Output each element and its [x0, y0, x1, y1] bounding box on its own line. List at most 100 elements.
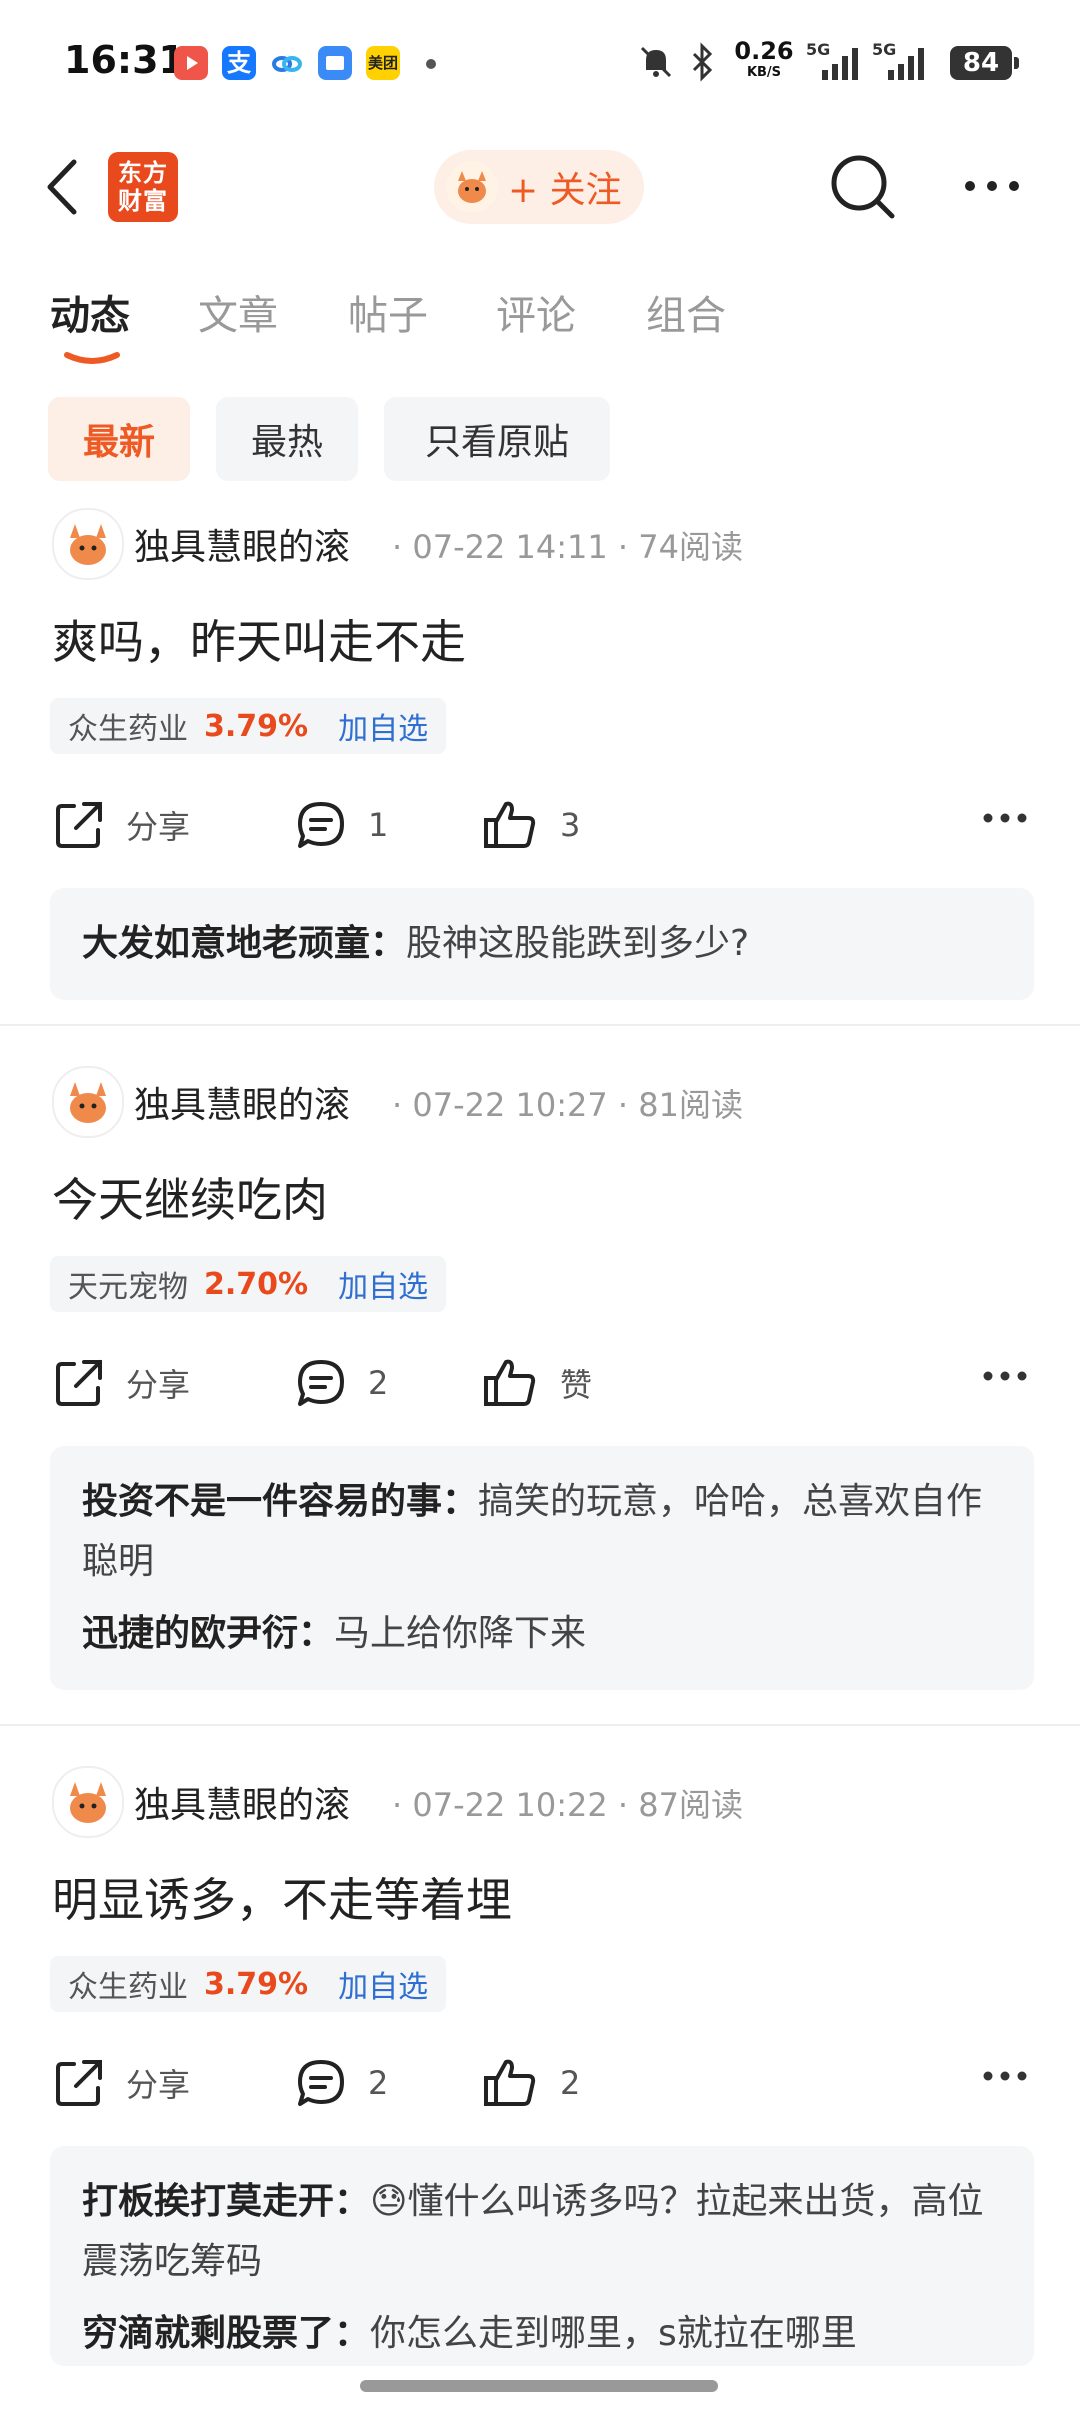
add-watchlist-button[interactable]: 加自选	[338, 704, 428, 748]
signal-icon-2	[886, 44, 928, 86]
video-app-icon	[174, 46, 208, 80]
comment-item: 大发如意地老顽童：股神这股能跌到多少?	[82, 914, 1002, 974]
filter-hot[interactable]: 最热	[216, 397, 358, 481]
comment-preview[interactable]: 大发如意地老顽童：股神这股能跌到多少?	[50, 888, 1034, 1000]
post-actions: 分享 1 3	[52, 790, 1028, 860]
like-count: 3	[560, 806, 581, 844]
post-more-icon[interactable]	[982, 2068, 1028, 2087]
commenter-name[interactable]: 迅捷的欧尹衍：	[82, 1613, 334, 1654]
comment-icon	[298, 2060, 344, 2106]
comment-count: 2	[368, 1364, 389, 1402]
commenter-name[interactable]: 打板挨打莫走开：	[82, 2181, 370, 2222]
comment-text: 马上给你降下来	[334, 1613, 587, 1654]
like-button[interactable]: 赞	[482, 1348, 592, 1418]
follow-button[interactable]: + 关注	[434, 150, 644, 224]
net-speed-value: 0.26	[734, 37, 794, 65]
post-content[interactable]: 明显诱多，不走等着埋	[52, 1864, 512, 1930]
username[interactable]: 独具慧眼的滚	[134, 1076, 350, 1128]
back-icon[interactable]	[44, 156, 80, 222]
comment-text: 股神这股能跌到多少?	[406, 923, 750, 964]
stock-name: 天元宠物	[68, 1270, 188, 1305]
share-button[interactable]: 分享	[52, 2048, 190, 2118]
commenter-name[interactable]: 大发如意地老顽童：	[82, 923, 406, 964]
post-content[interactable]: 今天继续吃肉	[52, 1164, 328, 1230]
logo-text: 东方财富	[118, 159, 168, 215]
stock-change: 2.70%	[204, 1266, 309, 1302]
stock-name: 众生药业	[68, 1970, 188, 2005]
cloud-app-icon	[270, 46, 304, 80]
username[interactable]: 独具慧眼的滚	[134, 1776, 350, 1828]
comment-preview[interactable]: 投资不是一件容易的事：搞笑的玩意，哈哈，总喜欢自作聪明 迅捷的欧尹衍：马上给你降…	[50, 1446, 1034, 1690]
post-actions: 分享 2 赞	[52, 1348, 1028, 1418]
avatar[interactable]	[52, 1066, 124, 1138]
user-avatar-small	[446, 161, 498, 213]
commenter-name[interactable]: 投资不是一件容易的事：	[82, 1481, 478, 1522]
post-more-icon[interactable]	[982, 1368, 1028, 1387]
tab-posts[interactable]: 帖子	[348, 283, 428, 341]
stock-change: 3.79%	[204, 1966, 309, 2002]
thumbs-up-icon	[484, 1359, 536, 1406]
home-indicator[interactable]	[360, 2380, 718, 2392]
post-actions: 分享 2 2	[52, 2048, 1028, 2118]
stock-change: 3.79%	[204, 708, 309, 744]
comment-count: 2	[368, 2064, 389, 2102]
divider	[0, 1724, 1080, 1726]
share-button[interactable]: 分享	[52, 790, 190, 860]
avatar[interactable]	[52, 1766, 124, 1838]
share-button[interactable]: 分享	[52, 1348, 190, 1418]
app-logo: 东方财富	[108, 152, 178, 222]
battery-indicator: 84	[950, 46, 1019, 80]
thumbs-up-icon	[484, 801, 536, 848]
share-label: 分享	[126, 808, 191, 846]
filter-latest[interactable]: 最新	[48, 397, 190, 481]
bluetooth-icon	[688, 42, 716, 86]
tab-dynamic[interactable]: 动态	[50, 283, 130, 341]
like-button[interactable]: 3	[482, 790, 580, 860]
tab-articles[interactable]: 文章	[198, 283, 278, 341]
commenter-name[interactable]: 穷滴就剩股票了：	[82, 2313, 370, 2354]
add-watchlist-button[interactable]: 加自选	[338, 1962, 428, 2006]
comment-item: 投资不是一件容易的事：搞笑的玩意，哈哈，总喜欢自作聪明	[82, 1472, 1002, 1592]
username[interactable]: 独具慧眼的滚	[134, 518, 350, 570]
add-watchlist-button[interactable]: 加自选	[338, 1262, 428, 1306]
share-label: 分享	[126, 1366, 191, 1404]
comment-button[interactable]: 1	[294, 790, 388, 860]
more-notifications-dot	[426, 59, 436, 69]
like-button[interactable]: 2	[482, 2048, 580, 2118]
stock-tag[interactable]: 天元宠物 2.70% 加自选	[50, 1256, 447, 1312]
post-more-icon[interactable]	[982, 810, 1028, 829]
avatar[interactable]	[52, 508, 124, 580]
post-meta: · 07-22 10:27 · 81阅读	[392, 1086, 743, 1124]
share-icon	[56, 802, 102, 848]
files-app-icon	[318, 46, 352, 80]
more-options-icon[interactable]	[962, 176, 1022, 200]
like-count: 2	[560, 2064, 581, 2102]
follow-label: + 关注	[508, 170, 622, 211]
tab-comments[interactable]: 评论	[496, 283, 576, 341]
share-label: 分享	[126, 2066, 191, 2104]
comment-icon	[298, 1360, 344, 1406]
thumbs-up-icon	[484, 2059, 536, 2106]
stock-tag[interactable]: 众生药业 3.79% 加自选	[50, 1956, 447, 2012]
comment-text: 你怎么走到哪里，s就拉在哪里	[370, 2313, 857, 2354]
mute-icon	[636, 42, 676, 86]
share-icon	[56, 2060, 102, 2106]
stock-name: 众生药业	[68, 712, 188, 747]
post-meta: · 07-22 10:22 · 87阅读	[392, 1786, 743, 1824]
comment-preview[interactable]: 打板挨打莫走开：😓懂什么叫诱多吗？拉起来出货，高位震荡吃筹码 穷滴就剩股票了：你…	[50, 2146, 1034, 2366]
net-speed-unit: KB/S	[746, 65, 782, 80]
comment-button[interactable]: 2	[294, 1348, 388, 1418]
comment-item: 迅捷的欧尹衍：马上给你降下来	[82, 1604, 1002, 1664]
signal-icon-1	[820, 44, 862, 86]
post-content[interactable]: 爽吗，昨天叫走不走	[52, 606, 466, 672]
stock-tag[interactable]: 众生药业 3.79% 加自选	[50, 698, 447, 754]
comment-icon	[298, 802, 344, 848]
comment-button[interactable]: 2	[294, 2048, 388, 2118]
tab-portfolio[interactable]: 组合	[646, 283, 726, 341]
network-speed: 0.26 KB/S	[734, 37, 794, 84]
tab-indicator	[64, 350, 120, 364]
share-icon	[56, 1360, 102, 1406]
post-meta: · 07-22 14:11 · 74阅读	[392, 528, 743, 566]
search-icon[interactable]	[828, 152, 898, 226]
filter-original-only[interactable]: 只看原贴	[384, 397, 610, 481]
